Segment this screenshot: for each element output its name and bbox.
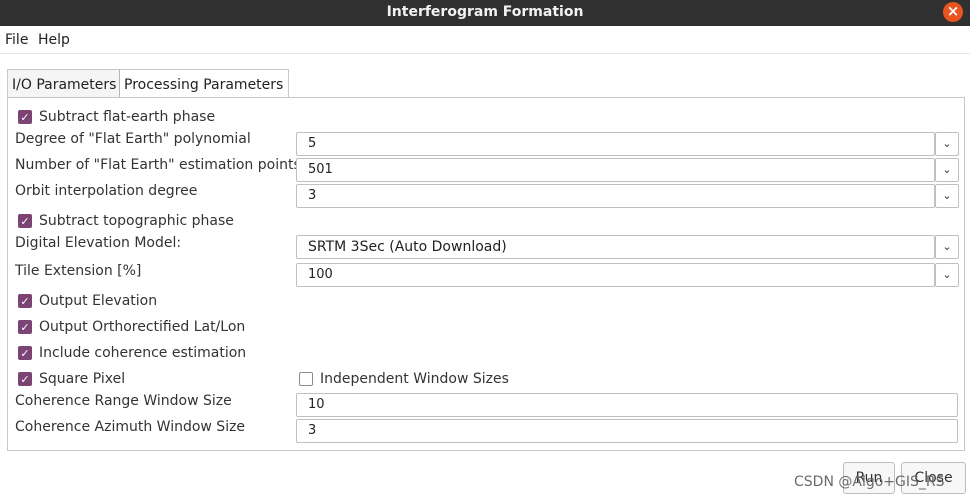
output-elevation-checkbox[interactable]: ✓ Output Elevation: [18, 292, 157, 310]
output-latlon-checkbox[interactable]: ✓ Output Orthorectified Lat/Lon: [18, 318, 245, 336]
unchecked-box-icon: [299, 372, 313, 386]
check-icon: ✓: [18, 110, 32, 124]
check-icon: ✓: [18, 372, 32, 386]
orbit-degree-combo[interactable]: 3: [296, 184, 935, 208]
check-icon: ✓: [18, 320, 32, 334]
flat-earth-degree-label: Degree of "Flat Earth" polynomial: [15, 131, 251, 147]
dem-label: Digital Elevation Model:: [15, 235, 182, 251]
square-pixel-checkbox[interactable]: ✓ Square Pixel: [18, 370, 125, 388]
dem-combo[interactable]: SRTM 3Sec (Auto Download): [296, 235, 935, 259]
flat-earth-degree-combo[interactable]: 5: [296, 132, 935, 156]
chevron-down-icon[interactable]: ⌄: [935, 158, 959, 182]
coh-range-label: Coherence Range Window Size: [15, 393, 232, 409]
window-close-icon[interactable]: ×: [943, 2, 963, 22]
tab-processing-parameters[interactable]: Processing Parameters: [119, 69, 289, 97]
include-coherence-label: Include coherence estimation: [39, 345, 247, 361]
tab-io-parameters[interactable]: I/O Parameters: [7, 69, 120, 97]
chevron-down-icon[interactable]: ⌄: [935, 184, 959, 208]
coh-range-input[interactable]: 10: [296, 393, 958, 417]
independent-windows-label: Independent Window Sizes: [320, 371, 509, 387]
output-elevation-label: Output Elevation: [39, 293, 158, 309]
subtract-topo-label: Subtract topographic phase: [39, 213, 234, 229]
tile-extension-combo[interactable]: 100: [296, 263, 935, 287]
chevron-down-icon[interactable]: ⌄: [935, 235, 959, 259]
menubar: File Help: [0, 26, 970, 54]
window-title: Interferogram Formation: [386, 4, 584, 20]
menu-help[interactable]: Help: [38, 32, 70, 48]
subtract-flat-earth-checkbox[interactable]: ✓ Subtract flat-earth phase: [18, 108, 215, 126]
orbit-degree-label: Orbit interpolation degree: [15, 183, 198, 199]
watermark: CSDN @Algo+GIS_RS: [794, 474, 945, 490]
window-titlebar: Interferogram Formation ×: [0, 0, 970, 26]
square-pixel-label: Square Pixel: [39, 371, 126, 387]
check-icon: ✓: [18, 346, 32, 360]
flat-earth-points-label: Number of "Flat Earth" estimation points: [15, 157, 301, 173]
chevron-down-icon[interactable]: ⌄: [935, 263, 959, 287]
check-icon: ✓: [18, 214, 32, 228]
chevron-down-icon[interactable]: ⌄: [935, 132, 959, 156]
coh-azimuth-label: Coherence Azimuth Window Size: [15, 419, 246, 435]
include-coherence-checkbox[interactable]: ✓ Include coherence estimation: [18, 344, 246, 362]
subtract-topo-checkbox[interactable]: ✓ Subtract topographic phase: [18, 212, 234, 230]
subtract-flat-earth-label: Subtract flat-earth phase: [39, 109, 216, 125]
independent-windows-checkbox[interactable]: Independent Window Sizes: [299, 370, 509, 388]
flat-earth-points-combo[interactable]: 501: [296, 158, 935, 182]
output-latlon-label: Output Orthorectified Lat/Lon: [39, 319, 246, 335]
check-icon: ✓: [18, 294, 32, 308]
menu-file[interactable]: File: [5, 32, 28, 48]
tile-extension-label: Tile Extension [%]: [15, 263, 142, 279]
coh-azimuth-input[interactable]: 3: [296, 419, 958, 443]
